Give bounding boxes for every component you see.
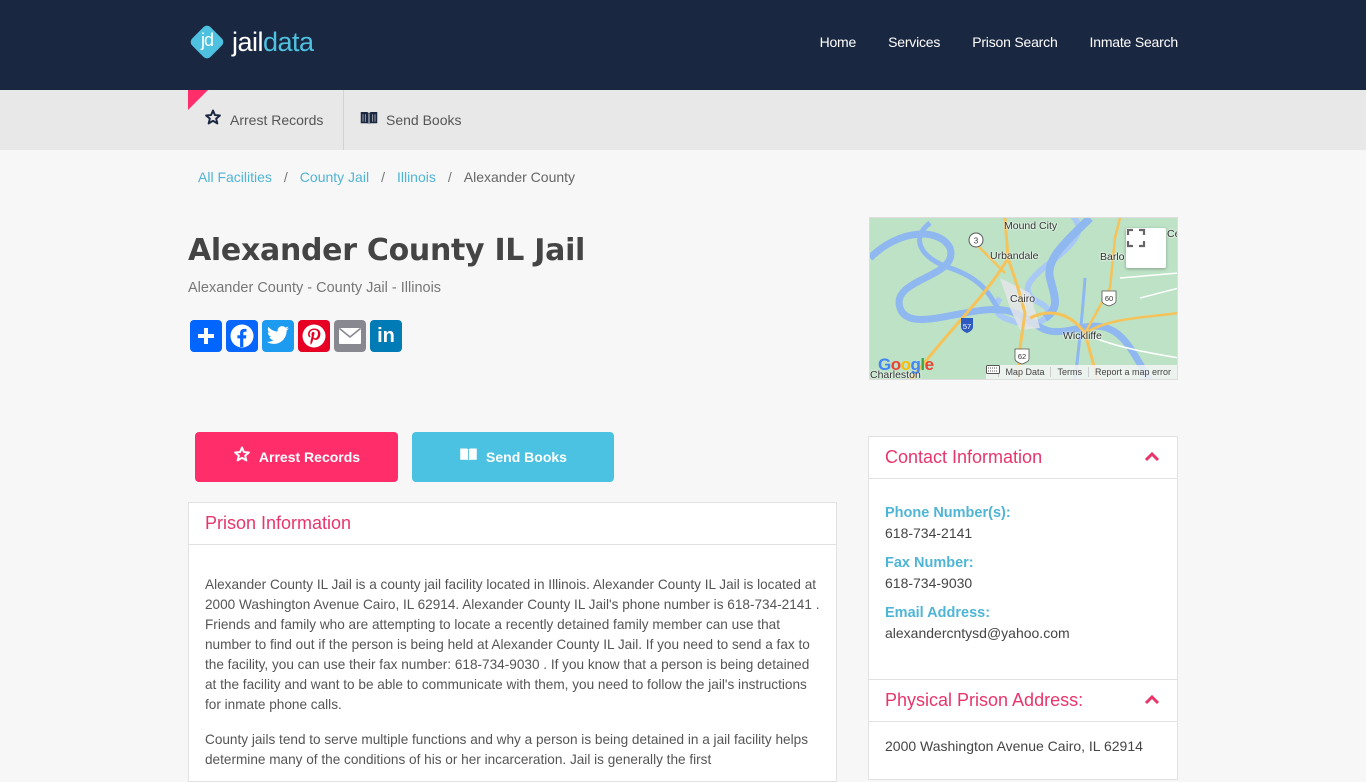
prison-information-panel: Prison Information Alexander County IL J… <box>188 502 837 782</box>
subnav-arrest-records[interactable]: Arrest Records <box>204 90 323 150</box>
route-shield-62: 62 <box>1018 352 1026 361</box>
twitter-share-button[interactable] <box>262 320 294 352</box>
physical-address-header[interactable]: Physical Prison Address: <box>869 680 1177 722</box>
chevron-up-icon[interactable] <box>1143 691 1161 714</box>
google-logo: Google <box>878 355 934 374</box>
nav-inmate-search[interactable]: Inmate Search <box>1090 34 1179 50</box>
breadcrumb: All Facilities / County Jail / Illinois … <box>198 169 575 185</box>
contact-information-body: Phone Number(s): 618-734-2141 Fax Number… <box>869 479 1177 641</box>
services-subnav: Arrest Records Send Books <box>0 90 1366 150</box>
nav-prison-search[interactable]: Prison Search <box>972 34 1058 50</box>
nav-home[interactable]: Home <box>820 34 857 50</box>
plus-icon <box>198 328 214 344</box>
facebook-icon <box>230 324 254 348</box>
page-subtitle: Alexander County - County Jail - Illinoi… <box>188 280 442 296</box>
nav-services[interactable]: Services <box>888 34 940 50</box>
route-shield-60: 60 <box>1105 294 1113 303</box>
contact-information-panel: Contact Information Phone Number(s): 618… <box>868 436 1178 680</box>
subnav-arrest-records-label: Arrest Records <box>230 112 324 128</box>
subnav-send-books[interactable]: Send Books <box>360 90 462 150</box>
physical-address-value: 2000 Washington Avenue Cairo, IL 62914 <box>885 738 1143 754</box>
route-shield-3: 3 <box>974 237 979 246</box>
subnav-divider <box>343 90 344 150</box>
jaildata-logo[interactable]: jd jaildata <box>188 22 314 62</box>
map-label-barlo: Barlo <box>1100 251 1125 263</box>
map-terms-link[interactable]: Terms <box>1050 367 1088 377</box>
share-buttons: in <box>190 320 402 352</box>
facebook-share-button[interactable] <box>226 320 258 352</box>
map-attribution: Map Data Terms Report a map error <box>986 365 1177 379</box>
page-title: Alexander County IL Jail <box>188 233 586 268</box>
map-label-ce: Ce <box>1167 228 1177 240</box>
report-map-error-link[interactable]: Report a map error <box>1087 367 1177 377</box>
route-shield-57: 57 <box>963 322 971 331</box>
linkedin-share-button[interactable]: in <box>370 320 402 352</box>
prison-info-paragraph: County jails tend to serve multiple func… <box>205 732 808 767</box>
linkedin-icon: in <box>377 324 395 347</box>
sheriff-star-icon <box>204 109 222 132</box>
chevron-up-icon[interactable] <box>1143 448 1161 471</box>
prison-info-paragraph: Alexander County IL Jail is a county jai… <box>205 577 820 712</box>
breadcrumb-separator: / <box>283 169 288 185</box>
map-label-urbandale: Urbandale <box>990 250 1039 262</box>
fullscreen-icon <box>1126 228 1146 248</box>
subnav-send-books-label: Send Books <box>386 112 462 128</box>
email-value[interactable]: alexandercntysd@yahoo.com <box>885 625 1161 641</box>
logo-mark-icon: jd <box>188 23 226 61</box>
arrest-records-button[interactable]: Arrest Records <box>195 432 398 482</box>
pinterest-icon <box>302 324 326 348</box>
map-data-link[interactable]: Map Data <box>998 367 1050 377</box>
pinterest-share-button[interactable] <box>298 320 330 352</box>
fax-label: Fax Number: <box>885 555 974 571</box>
physical-address-panel: Physical Prison Address: 2000 Washington… <box>868 680 1178 780</box>
site-header: jd jaildata Home Services Prison Search … <box>0 0 1366 90</box>
sheriff-star-icon <box>233 446 251 469</box>
contact-information-header[interactable]: Contact Information <box>869 437 1177 479</box>
share-button[interactable] <box>190 320 222 352</box>
prison-information-body: Alexander County IL Jail is a county jai… <box>189 545 836 770</box>
contact-information-heading: Contact Information <box>885 447 1043 467</box>
breadcrumb-illinois[interactable]: Illinois <box>397 169 436 185</box>
arrest-records-button-label: Arrest Records <box>258 449 361 465</box>
book-icon <box>459 447 478 467</box>
fax-value: 618-734-9030 <box>885 575 973 591</box>
breadcrumb-current: Alexander County <box>463 169 576 185</box>
breadcrumb-separator: / <box>447 169 452 185</box>
envelope-icon <box>338 327 362 344</box>
physical-address-heading: Physical Prison Address: <box>885 690 1084 710</box>
breadcrumb-all-facilities[interactable]: All Facilities <box>198 169 272 185</box>
breadcrumb-county-jail[interactable]: County Jail <box>300 169 369 185</box>
map-label-wickliffe: Wickliffe <box>1063 330 1102 342</box>
prison-information-heading: Prison Information <box>189 503 836 545</box>
breadcrumb-separator: / <box>381 169 385 185</box>
main-nav: Home Services Prison Search Inmate Searc… <box>788 34 1179 50</box>
send-books-button[interactable]: Send Books <box>412 432 614 482</box>
phone-value[interactable]: 618-734-2141 <box>885 525 1161 541</box>
map-fullscreen-button[interactable] <box>1126 228 1166 268</box>
phone-label: Phone Number(s): <box>885 505 1011 521</box>
map-label-cairo: Cairo <box>1010 293 1036 305</box>
email-share-button[interactable] <box>334 320 366 352</box>
map-label-mound-city: Mound City <box>1004 220 1058 232</box>
logo-text: jaildata <box>232 26 314 57</box>
location-map[interactable]: 3 57 60 62 Mound City Urbandale Barlo Ca… <box>869 217 1178 380</box>
send-books-button-label: Send Books <box>486 449 567 465</box>
twitter-icon <box>266 326 289 344</box>
book-icon <box>360 110 378 131</box>
email-label: Email Address: <box>885 605 991 621</box>
